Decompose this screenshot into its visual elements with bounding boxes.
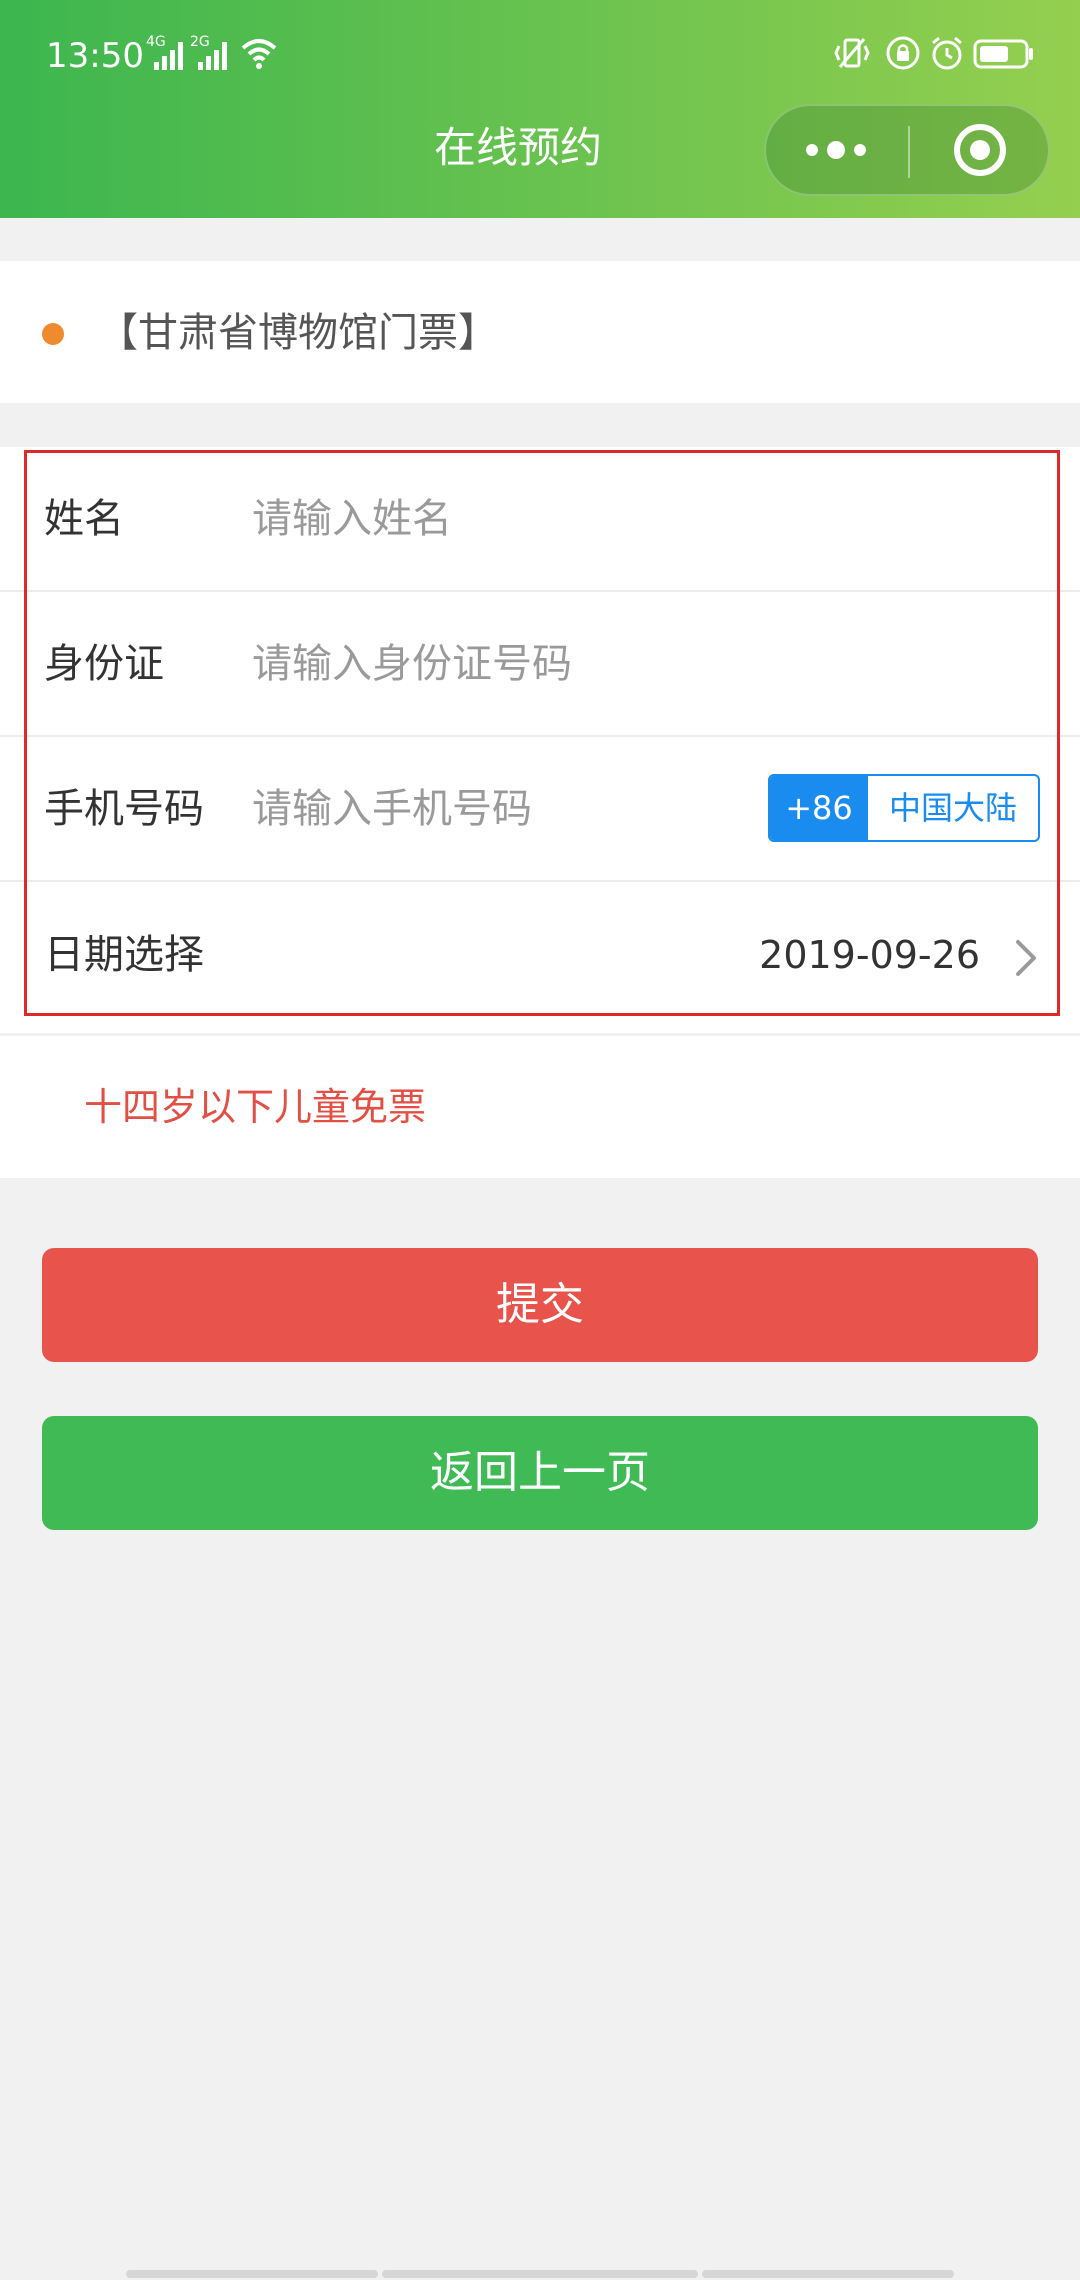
date-label: 日期选择: [44, 931, 204, 978]
more-button[interactable]: [766, 106, 908, 194]
gesture-bar-segment: [702, 2270, 954, 2278]
country-code-selector[interactable]: +86 中国大陆: [768, 774, 1040, 842]
signal-4g-icon: 4G: [146, 34, 186, 74]
free-ticket-notice: 十四岁以下儿童免票: [84, 1085, 427, 1129]
date-row[interactable]: 日期选择 2019-09-26: [0, 882, 1080, 1027]
wifi-icon: [240, 34, 278, 76]
name-label: 姓名: [44, 495, 124, 542]
id-card-input[interactable]: [252, 633, 752, 694]
status-time: 13:50: [46, 36, 144, 76]
ticket-section: 【甘肃省博物馆门票】: [0, 261, 1080, 403]
date-value: 2019-09-26: [759, 932, 980, 977]
app-header: 13:50 4G 2G 在线预约: [0, 0, 1080, 218]
status-bar: 13:50 4G 2G: [0, 0, 1080, 110]
ticket-bullet-dot: [42, 323, 64, 345]
submit-button[interactable]: 提交: [42, 1248, 1038, 1362]
gesture-bar-segment: [126, 2270, 378, 2278]
country-code-prefix: +86: [770, 776, 868, 840]
notice-section: 十四岁以下儿童免票: [0, 1036, 1080, 1178]
orientation-lock-icon: [884, 34, 922, 76]
signal-2g-icon: 2G: [190, 34, 230, 74]
id-card-row: 身份证: [0, 592, 1080, 737]
target-circle-icon: [954, 124, 1006, 176]
phone-input[interactable]: [252, 778, 732, 839]
name-input[interactable]: [252, 488, 752, 549]
name-row: 姓名: [0, 447, 1080, 592]
gesture-bar-segment: [382, 2270, 698, 2278]
id-card-label: 身份证: [44, 640, 164, 687]
close-button[interactable]: [910, 106, 1052, 194]
phone-label: 手机号码: [44, 785, 204, 832]
battery-icon: [972, 34, 1036, 76]
chevron-right-icon: [1012, 938, 1040, 982]
country-region: 中国大陆: [888, 789, 1017, 827]
alarm-icon: [928, 34, 966, 76]
booking-form: 姓名 身份证 手机号码 日期选择 2019-09-26: [0, 447, 1080, 1033]
mini-program-capsule: [764, 104, 1050, 196]
back-button[interactable]: 返回上一页: [42, 1416, 1038, 1530]
more-dots-icon: [806, 141, 866, 159]
vibrate-icon: [832, 34, 872, 76]
ticket-name: 【甘肃省博物馆门票】: [98, 310, 498, 356]
